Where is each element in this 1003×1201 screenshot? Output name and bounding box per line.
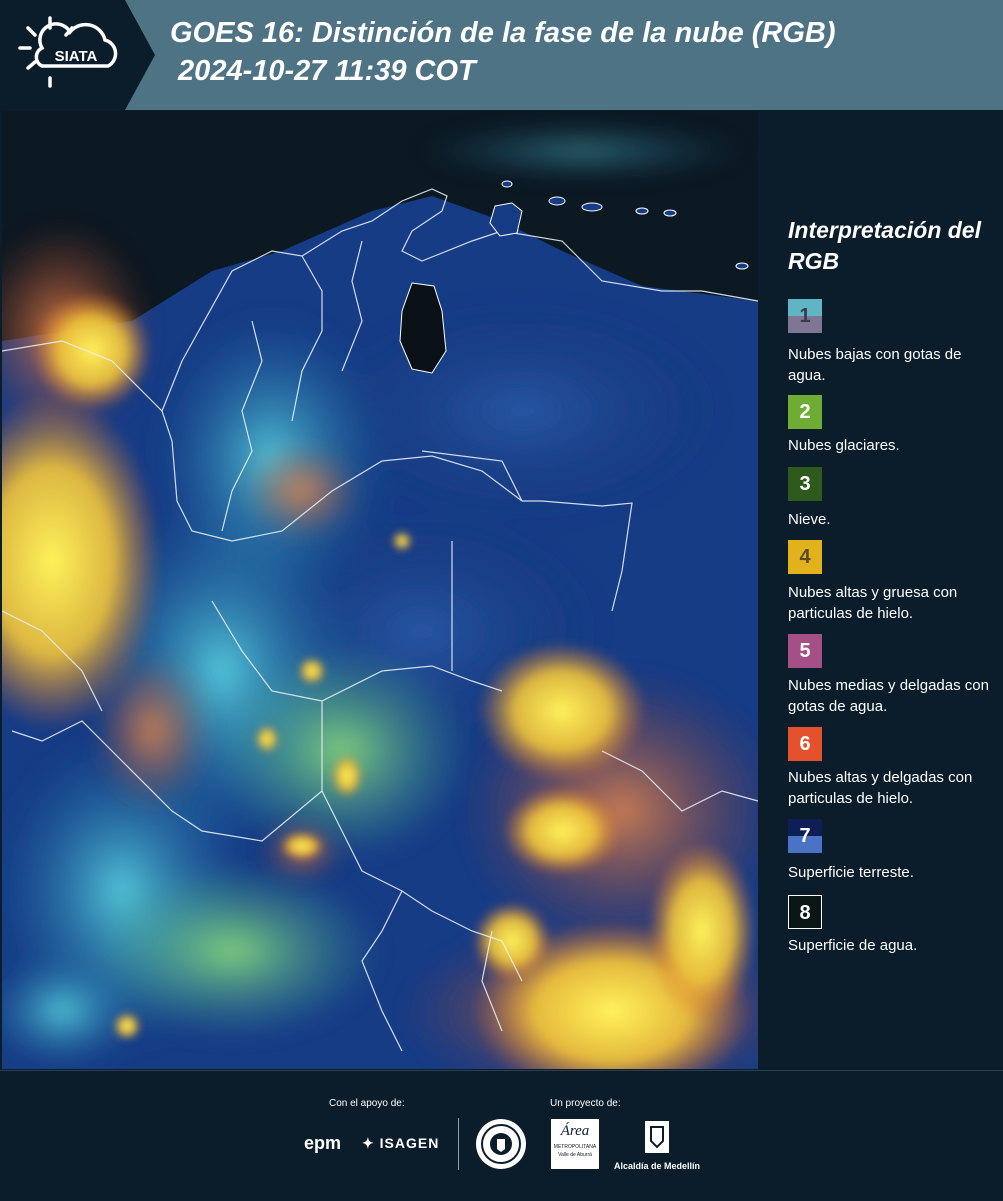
area-sub1-text: METROPOLITANA: [553, 1144, 597, 1150]
epm-logo: epm: [304, 1133, 341, 1154]
legend-swatch-8: 8: [788, 895, 822, 929]
isagen-text: ISAGEN: [379, 1135, 440, 1151]
legend-swatch-2: 2: [788, 395, 822, 429]
legend-label-3: Nieve.: [788, 511, 831, 528]
isagen-logo: ✦ ISAGEN: [362, 1135, 439, 1152]
alcaldia-text: Alcaldía de Medellín: [613, 1161, 701, 1171]
satellite-map: [2, 111, 758, 1069]
legend-swatch-3: 3: [788, 467, 822, 501]
isagen-mark-icon: ✦: [362, 1135, 375, 1151]
siata-logo: SIATA: [0, 0, 155, 110]
project-label: Un proyecto de:: [550, 1098, 621, 1109]
legend-swatch-5: 5: [788, 634, 822, 668]
legend-label-8: Superficie de agua.: [788, 937, 918, 954]
satellite-image: [2, 111, 758, 1069]
legend-label-2: Nubes glaciares.: [788, 437, 900, 454]
page-title: GOES 16: Distinción de la fase de la nub…: [170, 17, 836, 87]
legend-title: Interpretación del RGB: [788, 217, 981, 274]
legend-swatch-6: 6: [788, 727, 822, 761]
legend-label-1: Nubes bajas con gotas de agua.: [788, 346, 962, 384]
footer-divider: [458, 1118, 459, 1170]
legend-label-4: Nubes altas y gruesa con particulas de h…: [788, 584, 958, 622]
sun-cloud-icon: SIATA: [18, 16, 118, 88]
legend-swatch-4: 4: [788, 540, 822, 574]
area-metropolitana-logo: Área METROPOLITANA Valle de Aburrá: [551, 1119, 599, 1169]
legend-label-7: Superficie terreste.: [788, 864, 914, 881]
header-bar: SIATA GOES 16: Distinción de la fase de …: [0, 0, 1003, 110]
legend-swatch-1: 1: [788, 299, 822, 333]
area-main-text: Área: [560, 1123, 590, 1139]
logo-text: SIATA: [55, 48, 98, 65]
alcaldia-logo: Alcaldía de Medellín: [612, 1119, 702, 1174]
legend-label-5: Nubes medias y delgadas con gotas de agu…: [788, 677, 989, 715]
legend-swatch-7: 7: [788, 819, 822, 853]
area-sub2-text: Valle de Aburrá: [558, 1152, 592, 1158]
seal-icon: [481, 1124, 521, 1164]
epm-text: epm: [304, 1133, 342, 1153]
medellin-seal-logo: [476, 1119, 526, 1169]
footer: Con el apoyo de: Un proyecto de: epm ✦ I…: [0, 1070, 1003, 1201]
support-label: Con el apoyo de:: [329, 1098, 405, 1109]
legend-label-6: Nubes altas y delgadas con particulas de…: [788, 769, 973, 807]
alcaldia-shield-icon: [645, 1121, 669, 1153]
